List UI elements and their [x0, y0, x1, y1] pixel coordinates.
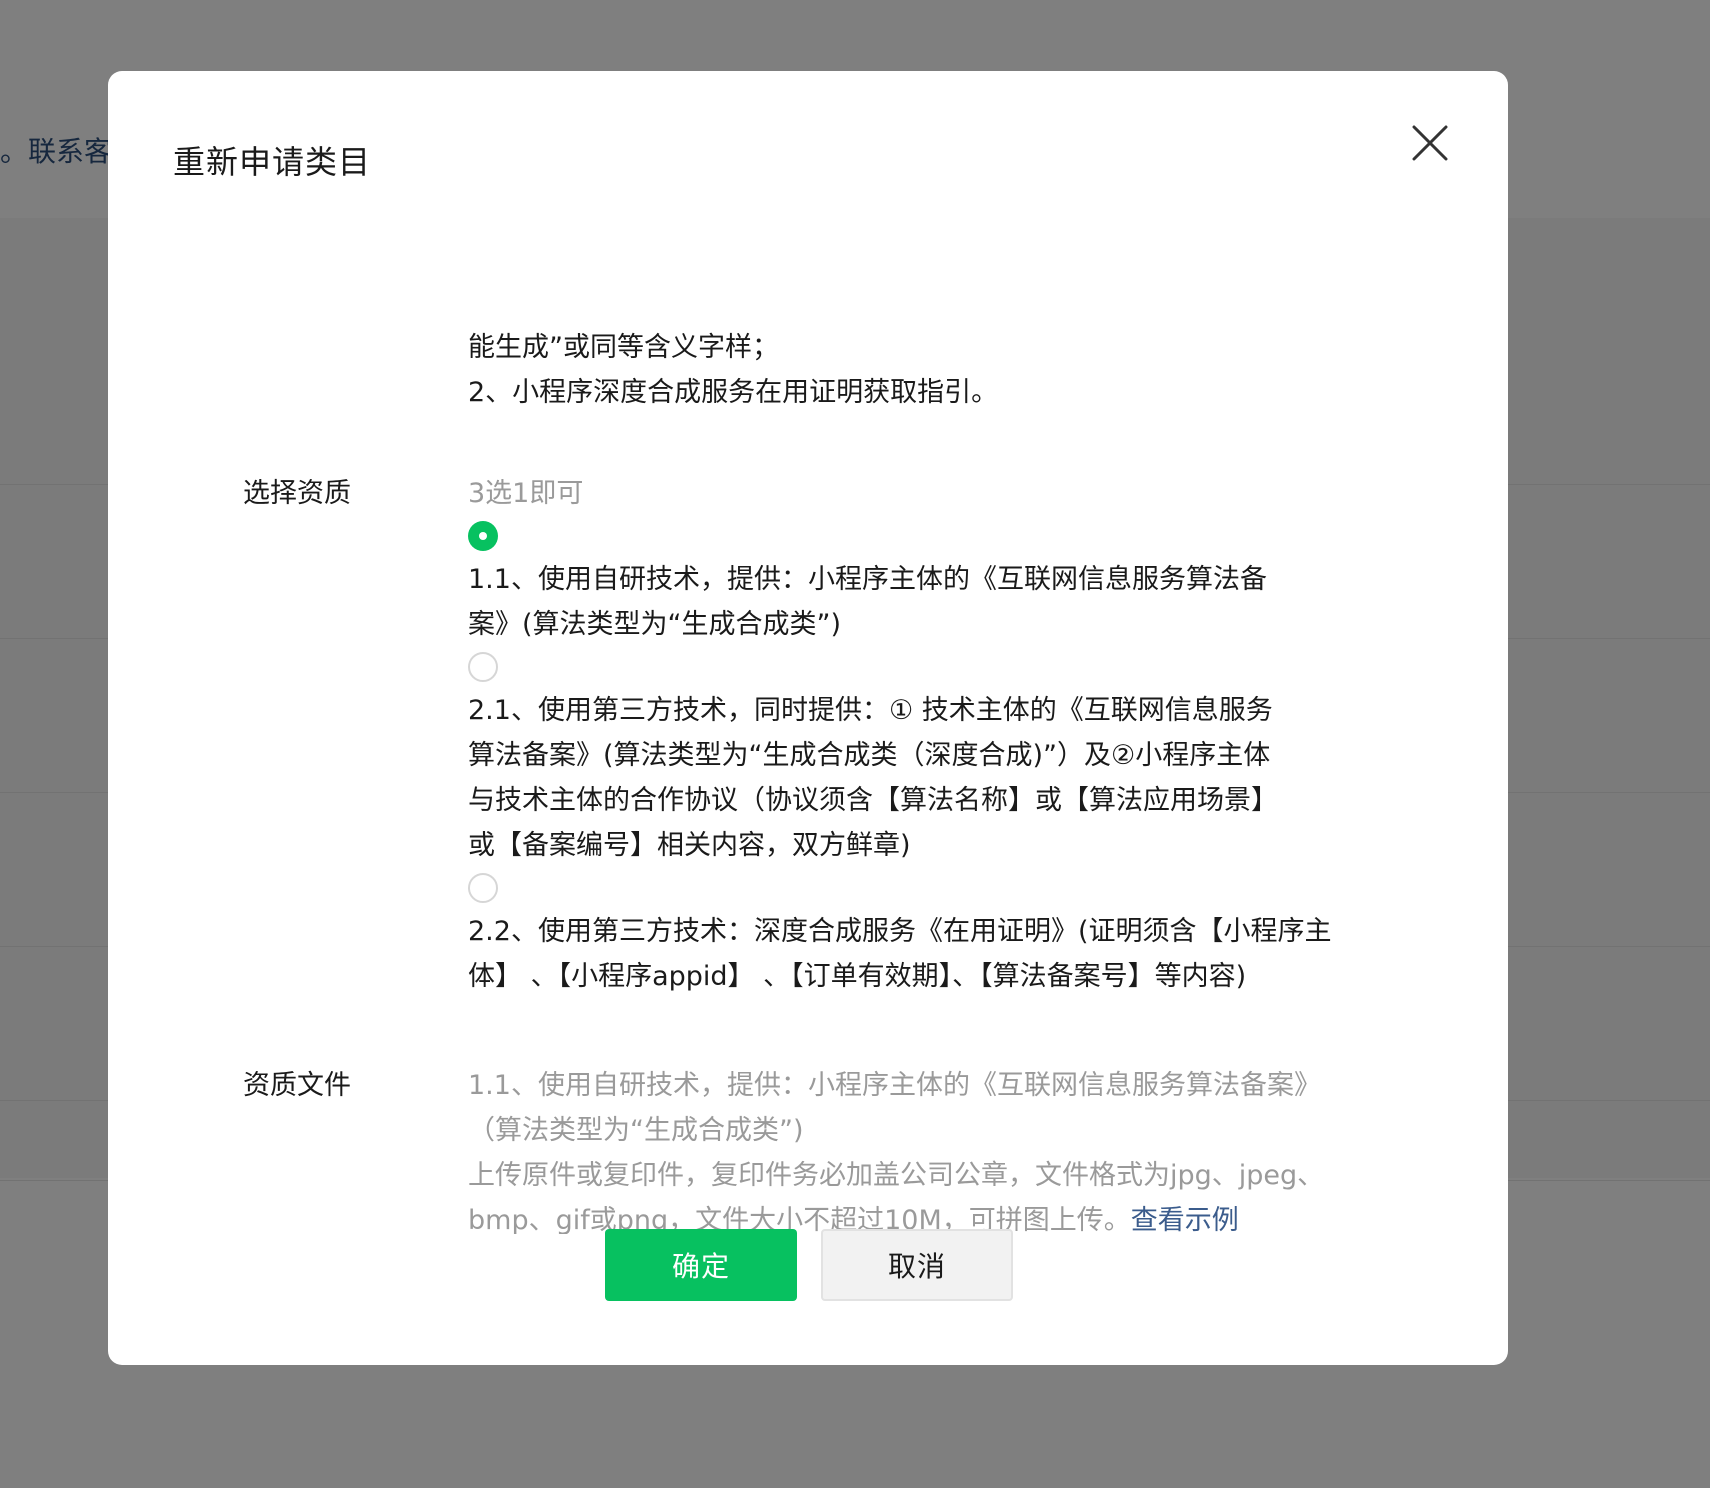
view-example-link[interactable]: 查看示例 — [1131, 1205, 1239, 1234]
option-2-radio[interactable] — [468, 652, 498, 682]
close-icon — [1412, 125, 1448, 161]
option-2-text-line: 与技术主体的合作协议（协议须含【算法名称】或【算法应用场景】 — [468, 785, 1278, 816]
close-button[interactable] — [1406, 119, 1454, 167]
option-2-text-line: 2.1、使用第三方技术，同时提供：① 技术主体的《互联网信息服务 — [468, 695, 1273, 726]
option-1-radio[interactable] — [468, 521, 498, 551]
qualification-options: 3选1即可 1.1、使用自研技术，提供：小程序主体的《互联网信息服务算法备 案》… — [468, 471, 1388, 999]
option-1-text-line: 案》(算法类型为“生成合成类”) — [468, 609, 842, 640]
option-1-text-line: 1.1、使用自研技术，提供：小程序主体的《互联网信息服务算法备 — [468, 564, 1267, 595]
intro-line: 2、小程序深度合成服务在用证明获取指引。 — [468, 377, 999, 408]
qualification-option-2[interactable]: 2.1、使用第三方技术，同时提供：① 技术主体的《互联网信息服务 算法备案》(算… — [468, 652, 1388, 868]
files-text-line: 1.1、使用自研技术，提供：小程序主体的《互联网信息服务算法备案》 — [468, 1070, 1321, 1101]
option-2-text-line: 算法备案》(算法类型为“生成合成类（深度合成)”）及②小程序主体 — [468, 740, 1271, 771]
dialog-scroll-area[interactable]: 能生成”或同等含义字样； 2、小程序深度合成服务在用证明获取指引。 选择资质 3… — [108, 259, 1508, 1234]
qualification-label: 选择资质 — [243, 478, 351, 509]
cancel-button[interactable]: 取消 — [821, 1229, 1013, 1301]
option-3-radio[interactable] — [468, 873, 498, 903]
reapply-category-dialog: 重新申请类目 能生成”或同等含义字样； 2、小程序深度合成服务在用证明获取指引。… — [108, 71, 1508, 1365]
files-text-line: （算法类型为“生成合成类”) — [468, 1115, 804, 1146]
option-3-text-line: 体】 、【小程序appid】 、【订单有效期】、【算法备案号】等内容) — [468, 961, 1247, 992]
qualification-hint: 3选1即可 — [468, 478, 584, 509]
files-description: 1.1、使用自研技术，提供：小程序主体的《互联网信息服务算法备案》 （算法类型为… — [468, 1063, 1388, 1234]
option-2-text-line: 或【备案编号】相关内容，双方鲜章) — [468, 830, 911, 861]
files-text-segment: bmp、gif或png，文件大小不超过10M，可拼图上传。 — [468, 1205, 1131, 1234]
dialog-title: 重新申请类目 — [173, 143, 372, 181]
qualification-option-3[interactable]: 2.2、使用第三方技术：深度合成服务《在用证明》(证明须含【小程序主 体】 、【… — [468, 873, 1388, 999]
files-label: 资质文件 — [243, 1070, 351, 1101]
option-3-text-line: 2.2、使用第三方技术：深度合成服务《在用证明》(证明须含【小程序主 — [468, 916, 1332, 947]
qualification-option-1[interactable]: 1.1、使用自研技术，提供：小程序主体的《互联网信息服务算法备 案》(算法类型为… — [468, 521, 1388, 647]
files-text-line: 上传原件或复印件，复印件务必加盖公司公章，文件格式为jpg、jpeg、 — [468, 1160, 1325, 1191]
intro-line: 能生成”或同等含义字样； — [468, 332, 779, 363]
intro-text: 能生成”或同等含义字样； 2、小程序深度合成服务在用证明获取指引。 — [468, 325, 1388, 415]
confirm-button[interactable]: 确定 — [605, 1229, 797, 1301]
